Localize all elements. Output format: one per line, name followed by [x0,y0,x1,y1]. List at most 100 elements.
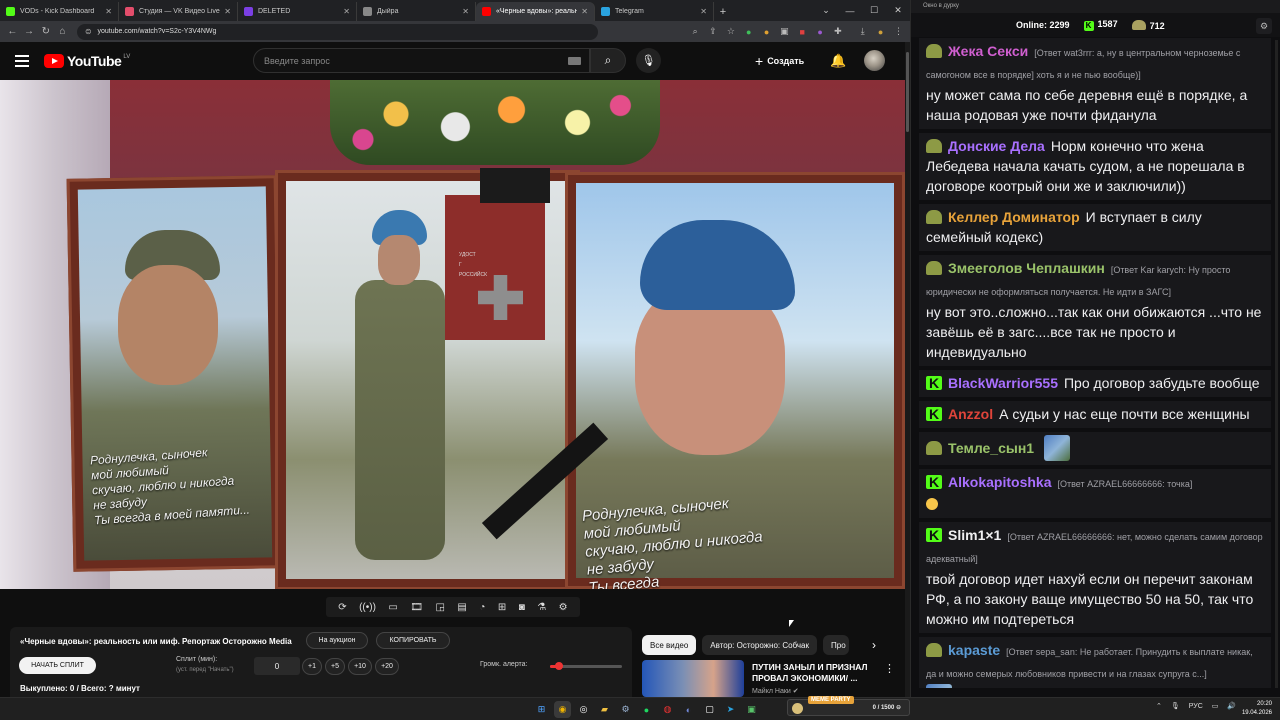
extensions-puzzle-icon[interactable]: ✚ [831,24,846,40]
search-button[interactable]: ⌕ [590,48,626,73]
chat-settings-gear-icon[interactable]: ⚙ [1256,18,1272,34]
tray-chevron-icon[interactable]: ⌃ [1156,702,1162,710]
telegram-icon[interactable]: ➤ [722,701,739,718]
browser-tab[interactable]: Дыйра ✕ [357,2,476,21]
plus-icon[interactable]: ⊞ [498,602,506,613]
app-icon[interactable]: ▢ [701,701,718,718]
obs-icon[interactable]: ◎ [575,701,592,718]
create-button[interactable]: + Создать [755,51,804,71]
back-icon[interactable]: ← [4,23,21,41]
recorder-icon[interactable]: ◍ [659,701,676,718]
flask-icon[interactable]: ⚗ [537,602,546,613]
loop-icon[interactable]: ⟳ [338,602,346,613]
url-field[interactable]: ⊜ youtube.com/watch?v=S2c-Y3V4NWg [76,23,598,40]
increment-10-button[interactable]: +10 [348,658,372,675]
copy-button[interactable]: КОПИРОВАТЬ [376,632,450,649]
profile-icon[interactable]: ● [873,24,888,40]
bookmark-star-icon[interactable]: ☆ [723,24,738,40]
auction-button[interactable]: На аукцион [306,632,368,649]
pip-icon[interactable]: ◲ [435,602,444,613]
recommendation-menu-icon[interactable]: ⋮ [884,662,895,675]
extension-green-icon[interactable]: ● [741,24,756,40]
site-info-icon[interactable]: ⊜ [85,27,92,36]
new-tab-button[interactable]: + [714,2,732,21]
chrome-icon[interactable]: ◉ [554,701,571,718]
extension-camera-icon[interactable]: ▣ [777,24,792,40]
alert-volume-slider[interactable] [550,662,622,670]
chip-about[interactable]: Про [823,635,850,655]
recommendation-thumbnail[interactable] [642,660,744,697]
split-minutes-input[interactable]: 0 [254,657,300,675]
cast-icon[interactable]: ((•)) [359,602,376,613]
search-input[interactable]: Введите запрос [253,48,590,73]
chevron-right-icon[interactable]: › [872,638,876,652]
tab-close-icon[interactable]: ✕ [224,7,231,16]
browser-tab[interactable]: VODs - Kick Dashboard ✕ [0,2,119,21]
tab-close-icon[interactable]: ✕ [581,7,588,16]
browser-tab[interactable]: Студия — VK Видео Live ✕ [119,2,238,21]
forward-icon[interactable]: → [21,23,38,41]
increment-20-button[interactable]: +20 [375,658,399,675]
guide-menu-icon[interactable] [15,54,29,67]
browser-tab[interactable]: DELETED ✕ [238,2,357,21]
browser-tab[interactable]: Telegram ✕ [595,2,714,21]
microphone-tray-icon[interactable]: 🎙 [1171,702,1180,710]
browser-tab[interactable]: «Черные вдовы»: реальн ✕ [476,2,595,21]
app2-icon[interactable]: ▣ [743,701,760,718]
chat-username[interactable]: Alkokapitoshka [948,474,1051,490]
screen-icon[interactable]: ▭ [388,602,397,613]
chip-author[interactable]: Автор: Осторожно: Собчак [702,635,818,655]
language-indicator[interactable]: РУС [1189,703,1203,710]
chip-all-videos[interactable]: Все видео [642,635,697,655]
tab-close-icon[interactable]: ✕ [462,7,469,16]
extension-purple-icon[interactable]: ● [813,24,828,40]
chat-username[interactable]: kapaste [948,642,1000,658]
chat-username[interactable]: BlackWarrior555 [948,375,1058,391]
keyboard-icon[interactable] [568,57,581,65]
account-avatar[interactable] [864,50,885,71]
discord-icon[interactable]: ◐ [680,701,697,718]
tab-close-icon[interactable]: ✕ [700,7,707,16]
network-icon[interactable]: ▭ [1212,702,1219,710]
chat-username[interactable]: Донские Дела [948,138,1045,154]
volume-icon[interactable]: 🔊 [1227,702,1236,710]
meme-party-widget[interactable]: MEME PARTY 0 / 1500 ⊖ [787,696,910,716]
close-icon[interactable]: ✕ [886,0,910,21]
extension-gold-icon[interactable]: ● [759,24,774,40]
maximize-icon[interactable]: ☐ [862,0,886,21]
chat-username[interactable]: Темле_сын1 [948,440,1034,456]
chat-username[interactable]: Slim1×1 [948,527,1001,543]
increment-1-button[interactable]: +1 [302,658,322,675]
start-icon[interactable]: ⊞ [533,701,550,718]
reload-icon[interactable]: ↻ [37,23,54,41]
camera-icon[interactable]: ◙ [519,602,525,613]
chat-username[interactable]: Змееголов Чеплашкин [948,260,1105,276]
start-split-button[interactable]: НАЧАТЬ СПЛИТ [19,657,96,674]
system-clock[interactable]: 20:20 19.04.2026 [1238,700,1272,718]
voice-search-button[interactable]: 🎙 [636,48,661,73]
browser-menu-icon[interactable]: ⋮ [891,24,906,40]
film-icon[interactable]: ▤ [457,602,466,613]
clip-icon[interactable]: 🎞 [410,602,423,613]
recommendation-author[interactable]: Майкл Наки ✔ [752,687,799,695]
chat-username[interactable]: Жека Секси [948,43,1028,59]
zoom-icon[interactable]: ⌕ [688,24,703,40]
spotify-icon[interactable]: ● [638,701,655,718]
home-icon[interactable]: ⌂ [54,23,71,41]
download-icon[interactable]: ⤓ [855,24,870,40]
gear-icon[interactable]: ⚙ [559,602,568,613]
share-icon[interactable]: ⇪ [706,24,721,40]
explorer-icon[interactable]: ▰ [596,701,613,718]
video-player[interactable]: УДОСТ Г РОССИЙСК Роднулечка, сыночек мой… [0,80,905,589]
youtube-logo[interactable]: YouTube LV [44,53,130,69]
extension-red-icon[interactable]: ■ [795,24,810,40]
increment-5-button[interactable]: +5 [325,658,345,675]
chat-username[interactable]: Anzzol [948,406,993,422]
tab-close-icon[interactable]: ✕ [105,7,112,16]
chat-scrollbar[interactable] [1275,40,1278,688]
steam-icon[interactable]: ⚙ [617,701,634,718]
chat-reply-context[interactable]: [Ответ AZRAEL66666666: точка] [1057,479,1192,489]
chat-message-list[interactable]: Жека Секси [Ответ wat3rrr: а, ну в центра… [919,38,1271,688]
tab-close-icon[interactable]: ✕ [343,7,350,16]
speed-icon[interactable]: ◔ [479,602,485,613]
